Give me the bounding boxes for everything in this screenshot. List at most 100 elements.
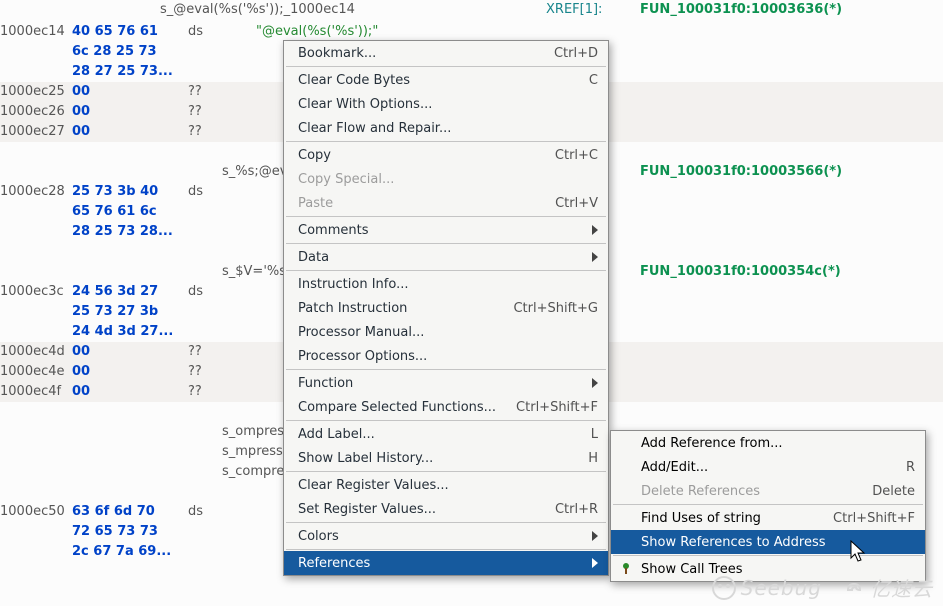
- menu-item-label: Processor Options...: [298, 349, 598, 364]
- xref-function[interactable]: FUN_100031f0:10003566(*): [640, 162, 842, 182]
- string-value: "@eval(%s('%s'));": [256, 22, 378, 42]
- menu-item-copy[interactable]: Copy Ctrl+C: [284, 143, 608, 167]
- menu-item-compare-selected-functions[interactable]: Compare Selected Functions...Ctrl+Shift+…: [284, 395, 608, 419]
- bytes: 25 73 3b 40: [72, 182, 188, 202]
- menu-item-shortcut: Ctrl+D: [554, 46, 598, 61]
- menu-item-shortcut: Ctrl+R: [555, 502, 598, 517]
- tree-icon: [619, 562, 633, 576]
- submenu-separator: [613, 504, 923, 505]
- menu-separator: [286, 270, 606, 271]
- menu-item-label: Comments: [298, 223, 582, 238]
- bytes: 28 27 25 73...: [72, 62, 188, 82]
- bytes: 25 73 27 3b: [72, 302, 188, 322]
- menu-item-label: Clear With Options...: [298, 97, 598, 112]
- menu-item-clear-with-options[interactable]: Clear With Options...: [284, 92, 608, 116]
- submenu-separator: [613, 555, 923, 556]
- menu-item-label: Clear Code Bytes: [298, 73, 577, 88]
- bytes: 00: [72, 82, 188, 102]
- menu-item-clear-flow-and-repair[interactable]: Clear Flow and Repair...: [284, 116, 608, 140]
- bytes: 28 25 73 28...: [72, 222, 188, 242]
- menu-item-label: Bookmark...: [298, 46, 542, 61]
- menu-item-add-label[interactable]: Add Label...L: [284, 422, 608, 446]
- menu-separator: [286, 141, 606, 142]
- menu-item-processor-options[interactable]: Processor Options...: [284, 344, 608, 368]
- menu-item-clear-register-values[interactable]: Clear Register Values...: [284, 473, 608, 497]
- submenu-item-label: Delete References: [641, 484, 860, 499]
- submenu-item-shortcut: Ctrl+Shift+F: [833, 511, 915, 526]
- submenu-item-find-uses-of-string[interactable]: Find Uses of string Ctrl+Shift+F: [611, 506, 925, 530]
- submenu-item-label: Add Reference from...: [641, 436, 915, 451]
- listing-row[interactable]: 1000ec1440 65 76 61ds"@eval(%s('%s'));": [0, 22, 943, 42]
- address: 1000ec25: [0, 82, 72, 102]
- menu-item-label: Data: [298, 250, 582, 265]
- menu-item-bookmark[interactable]: Bookmark... Ctrl+D: [284, 41, 608, 65]
- menu-item-label: Copy: [298, 148, 543, 163]
- address: 1000ec4f: [0, 382, 72, 402]
- bytes: 00: [72, 342, 188, 362]
- submenu-item-add-reference-from[interactable]: Add Reference from...: [611, 431, 925, 455]
- menu-separator: [286, 471, 606, 472]
- menu-item-set-register-values[interactable]: Set Register Values... Ctrl+R: [284, 497, 608, 521]
- bytes: 65 76 61 6c: [72, 202, 188, 222]
- menu-item-show-label-history[interactable]: Show Label History... H: [284, 446, 608, 470]
- mnemonic: ??: [188, 362, 256, 382]
- bytes: 6c 28 25 73: [72, 42, 188, 62]
- menu-item-references[interactable]: References: [284, 551, 608, 575]
- address: 1000ec4d: [0, 342, 72, 362]
- mnemonic: ??: [188, 122, 256, 142]
- menu-item-data[interactable]: Data: [284, 245, 608, 269]
- submenu-item-label: Add/Edit...: [641, 460, 894, 475]
- mnemonic: ??: [188, 102, 256, 122]
- address: 1000ec50: [0, 502, 72, 522]
- references-submenu[interactable]: Add Reference from... Add/Edit... R Delete …: [610, 430, 926, 582]
- address: 1000ec3c: [0, 282, 72, 302]
- menu-item-shortcut: L: [591, 427, 598, 442]
- bytes: 2c 67 7a 69...: [72, 542, 188, 562]
- menu-item-label: Compare Selected Functions...: [298, 400, 504, 415]
- menu-item-instruction-info[interactable]: Instruction Info...: [284, 272, 608, 296]
- menu-item-shortcut: H: [588, 451, 598, 466]
- menu-item-label: Show Label History...: [298, 451, 576, 466]
- menu-item-shortcut: Ctrl+C: [555, 148, 598, 163]
- menu-item-label: Function: [298, 376, 582, 391]
- menu-item-colors[interactable]: Colors: [284, 524, 608, 548]
- mnemonic: ds: [188, 22, 256, 42]
- address: 1000ec26: [0, 102, 72, 122]
- submenu-item-add-edit[interactable]: Add/Edit... R: [611, 455, 925, 479]
- menu-item-label: Set Register Values...: [298, 502, 543, 517]
- menu-separator: [286, 522, 606, 523]
- bytes: 24 56 3d 27: [72, 282, 188, 302]
- menu-item-shortcut: Ctrl+Shift+G: [513, 301, 598, 316]
- menu-separator: [286, 216, 606, 217]
- menu-item-copy-special: Copy Special...: [284, 167, 608, 191]
- menu-separator: [286, 549, 606, 550]
- menu-item-label: Clear Register Values...: [298, 478, 598, 493]
- menu-item-label: Copy Special...: [298, 172, 598, 187]
- xref-label: XREF[1]:: [546, 0, 602, 20]
- submenu-item-shortcut: Delete: [872, 484, 915, 499]
- bytes: 00: [72, 102, 188, 122]
- xref-function[interactable]: FUN_100031f0:1000354c(*): [640, 262, 841, 282]
- mnemonic: ds: [188, 182, 256, 202]
- submenu-item-label: Find Uses of string: [641, 511, 821, 526]
- bytes: 63 6f 6d 70: [72, 502, 188, 522]
- menu-item-label: References: [298, 556, 582, 571]
- mnemonic: ds: [188, 282, 256, 302]
- address: 1000ec28: [0, 182, 72, 202]
- submenu-item-show-references-to-address[interactable]: Show References to Address: [611, 530, 925, 554]
- section-label: s_@eval(%s('%s'));_1000ec14: [160, 0, 355, 20]
- address: 1000ec4e: [0, 362, 72, 382]
- menu-item-processor-manual[interactable]: Processor Manual...: [284, 320, 608, 344]
- mnemonic: ??: [188, 342, 256, 362]
- bytes: 24 4d 3d 27...: [72, 322, 188, 342]
- menu-item-function[interactable]: Function: [284, 371, 608, 395]
- mnemonic: ds: [188, 502, 256, 522]
- menu-item-clear-code-bytes[interactable]: Clear Code BytesC: [284, 68, 608, 92]
- context-menu[interactable]: Bookmark...Ctrl+DClear Code BytesCClear …: [283, 40, 609, 576]
- menu-item-patch-instruction[interactable]: Patch InstructionCtrl+Shift+G: [284, 296, 608, 320]
- xref-target[interactable]: FUN_100031f0:10003636(*): [640, 0, 842, 20]
- menu-separator: [286, 420, 606, 421]
- submenu-item-shortcut: R: [906, 460, 915, 475]
- menu-item-comments[interactable]: Comments: [284, 218, 608, 242]
- menu-item-label: Clear Flow and Repair...: [298, 121, 598, 136]
